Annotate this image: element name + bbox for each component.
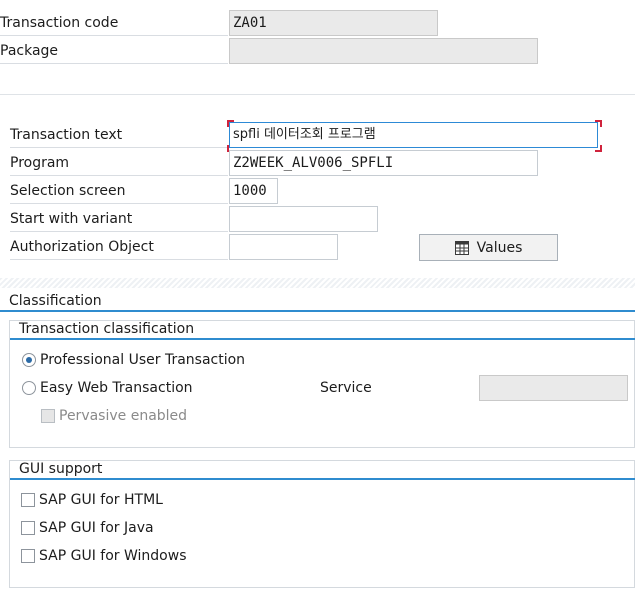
sap-gui-java-checkbox[interactable] [21, 521, 35, 535]
service-field[interactable] [479, 375, 628, 401]
gui-support-line [10, 478, 635, 480]
transaction-code-field[interactable]: ZA01 [229, 10, 438, 36]
sap-gui-java-label[interactable]: SAP GUI for Java [39, 518, 154, 538]
pervasive-label: Pervasive enabled [59, 408, 188, 424]
focus-corner-tr [595, 120, 602, 127]
classification-title-line [0, 310, 635, 312]
service-label: Service [320, 380, 372, 396]
values-button[interactable]: Values [419, 234, 558, 261]
transaction-text-field[interactable]: spfli 데이터조회 프로그램 [229, 122, 598, 148]
sap-gui-windows-label[interactable]: SAP GUI for Windows [39, 546, 187, 566]
professional-label[interactable]: Professional User Transaction [40, 350, 245, 370]
program-field[interactable]: Z2WEEK_ALV006_SPFLI [229, 150, 538, 176]
values-button-label: Values [476, 239, 523, 256]
auth-object-field[interactable] [229, 234, 338, 260]
package-field[interactable] [229, 38, 538, 64]
focus-corner-br [595, 145, 602, 152]
sap-gui-html-checkbox[interactable] [21, 493, 35, 507]
table-icon [454, 240, 469, 255]
transaction-classification-line [10, 338, 635, 340]
easy-web-label[interactable]: Easy Web Transaction [40, 378, 193, 398]
easy-web-radio[interactable] [22, 381, 36, 395]
selection-screen-label: Selection screen [10, 178, 228, 204]
section-hatch [0, 278, 635, 288]
header-separator [0, 94, 635, 95]
transaction-classification-title: Transaction classification [19, 321, 195, 337]
package-label: Package [0, 38, 228, 64]
start-variant-label: Start with variant [10, 206, 228, 232]
focus-corner-tl [227, 120, 234, 127]
classification-title: Classification [9, 293, 102, 309]
gui-support-title: GUI support [19, 461, 103, 477]
sap-gui-html-label[interactable]: SAP GUI for HTML [39, 490, 163, 510]
auth-object-label: Authorization Object [10, 234, 228, 260]
start-variant-field[interactable] [229, 206, 378, 232]
professional-radio[interactable] [22, 353, 36, 367]
pervasive-checkbox [41, 409, 55, 423]
sap-gui-windows-checkbox[interactable] [21, 549, 35, 563]
program-label: Program [10, 150, 228, 176]
transaction-text-label: Transaction text [10, 122, 228, 148]
selection-screen-field[interactable]: 1000 [229, 178, 278, 204]
transaction-code-label: Transaction code [0, 10, 228, 36]
